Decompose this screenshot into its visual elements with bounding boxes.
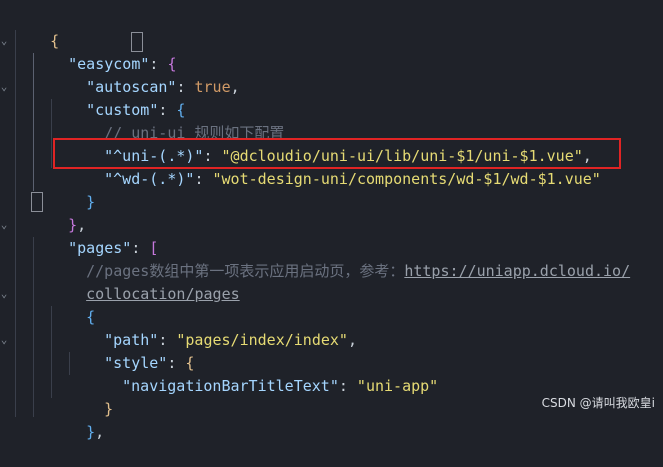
brace-token: } bbox=[86, 423, 96, 441]
code-line: "easycom": { bbox=[32, 30, 176, 73]
red-annotation-box bbox=[53, 138, 621, 169]
bracket-match-highlight bbox=[131, 32, 143, 52]
watermark: CSDN @请叫我欧皇i bbox=[541, 396, 655, 410]
colon-token: : bbox=[338, 377, 348, 395]
brace-token: } bbox=[104, 400, 114, 418]
code-line: "navigationBarTitleText": "uni-app" bbox=[86, 352, 438, 395]
code-editor[interactable]: ⌄ ⌄ ⌄ ⌄ ⌄ { "easycom": { "autoscan": tru… bbox=[0, 0, 663, 441]
code-line: { bbox=[14, 7, 59, 50]
boolean-value: true bbox=[185, 78, 231, 96]
comma-token: , bbox=[230, 78, 240, 96]
fold-icon[interactable]: ⌄ bbox=[0, 282, 8, 305]
comment-link[interactable]: https://uniapp.dcloud.io/ bbox=[404, 262, 630, 280]
code-line: } bbox=[68, 375, 113, 418]
code-line: "pages": [ bbox=[32, 214, 158, 257]
code-line: } bbox=[50, 168, 95, 211]
code-line: { bbox=[50, 283, 95, 326]
json-key: "navigationBarTitleText" bbox=[122, 377, 339, 395]
bracket-match-highlight bbox=[31, 192, 43, 212]
code-line: "path": "pages/index/index", bbox=[68, 306, 357, 349]
code-line: "custom": { bbox=[50, 76, 185, 119]
comma-token: , bbox=[95, 423, 105, 441]
code-line: // uni-ui 规则如下配置 bbox=[68, 99, 284, 142]
code-line: "style": { bbox=[68, 329, 194, 372]
code-line: }, bbox=[50, 398, 104, 441]
string-value: "pages/index/index" bbox=[167, 331, 348, 349]
editor-gutter bbox=[0, 0, 12, 417]
brace-token: } bbox=[86, 193, 96, 211]
code-line: collocation/pages bbox=[50, 260, 240, 303]
fold-icon[interactable]: ⌄ bbox=[0, 213, 8, 236]
comment-link[interactable]: collocation/pages bbox=[86, 285, 240, 303]
fold-icon[interactable]: ⌄ bbox=[0, 75, 8, 98]
fold-icon[interactable]: ⌄ bbox=[0, 328, 8, 351]
comma-token: , bbox=[347, 331, 357, 349]
fold-icon[interactable]: ⌄ bbox=[0, 29, 8, 52]
string-value: "uni-app" bbox=[347, 377, 439, 395]
string-value: "wot-design-uni/components/wd-$1/wd-$1.v… bbox=[203, 170, 601, 188]
code-line: //pages数组中第一项表示应用启动页，参考：https://uniapp.d… bbox=[50, 237, 630, 280]
code-line: "autoscan": true, bbox=[50, 53, 240, 96]
json-key: "^wd-(.*)" bbox=[104, 170, 195, 188]
indent-guide bbox=[15, 30, 16, 417]
